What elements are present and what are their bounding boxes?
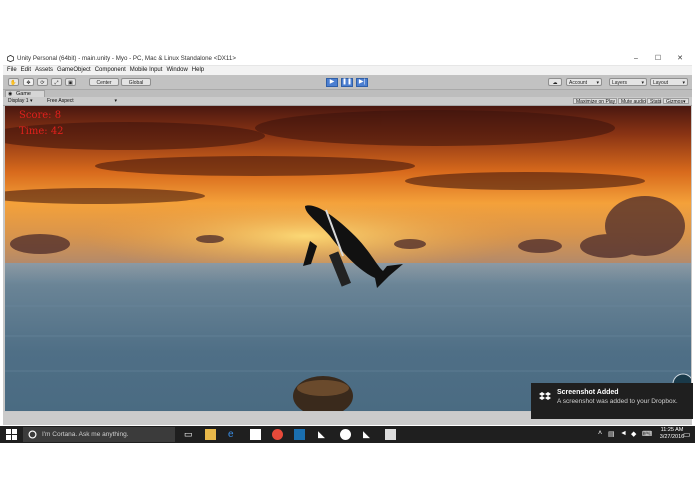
gizmos-dropdown[interactable]: Gizmos▾ [663, 98, 689, 105]
move-tool-button[interactable]: ✥ [23, 78, 34, 86]
display-dropdown[interactable]: Display 1 ▾ [6, 98, 44, 104]
edge-icon[interactable]: e [228, 429, 239, 440]
network-icon[interactable]: ▤ [608, 430, 615, 438]
step-icon: ▶| [358, 79, 366, 85]
play-button[interactable]: ▶ [326, 78, 338, 87]
chevron-down-icon: ▾ [114, 98, 117, 104]
maximize-on-play-label: Maximize on Play [576, 99, 616, 105]
menu-edit[interactable]: Edit [21, 66, 31, 75]
dropbox-tray-icon[interactable]: ◆ [631, 430, 636, 438]
visual-studio-icon[interactable]: ◣ [318, 429, 329, 440]
pivot-label: Center [96, 80, 112, 86]
move-icon: ✥ [26, 80, 31, 86]
notification-title: Screenshot Added [557, 389, 619, 396]
rotate-tool-button[interactable]: ⟳ [37, 78, 48, 86]
volume-icon[interactable]: ◄ [620, 430, 627, 437]
scale-tool-button[interactable]: ⤢ [51, 78, 62, 86]
pause-icon: ❚❚ [342, 79, 353, 85]
hand-icon: ✋ [10, 80, 17, 86]
window-title: Unity Personal (64bit) - main.unity - My… [17, 55, 236, 62]
chevron-down-icon: ▾ [29, 98, 33, 104]
menu-help[interactable]: Help [192, 66, 204, 75]
rect-tool-button[interactable]: ▣ [65, 78, 76, 86]
menu-window[interactable]: Window [166, 66, 187, 75]
task-view-icon[interactable]: ▭ [184, 429, 195, 440]
toolbar: ✋ ✥ ⟳ ⤢ ▣ Center Global ▶ ❚❚ ▶| ☁ Accoun… [3, 75, 692, 90]
cortana-placeholder: I'm Cortana. Ask me anything. [42, 431, 129, 438]
cortana-search[interactable]: I'm Cortana. Ask me anything. [23, 427, 175, 442]
menu-component[interactable]: Component [95, 66, 126, 75]
pivot-toggle[interactable]: Center [89, 78, 119, 86]
stats-toggle[interactable]: Stats [647, 98, 662, 105]
menu-mobile-input[interactable]: Mobile Input [130, 66, 163, 75]
menu-assets[interactable]: Assets [35, 66, 53, 75]
hud-line-2: Time: 42 [19, 126, 64, 137]
account-dropdown[interactable]: Account ▾ [566, 78, 602, 86]
unity-window: Unity Personal (64bit) - main.unity - My… [3, 53, 692, 425]
chevron-down-icon: ▾ [682, 99, 686, 105]
cloud-icon: ☁ [552, 80, 558, 86]
mute-audio-label: Mute audio [621, 99, 646, 105]
menu-gameobject[interactable]: GameObject [57, 66, 91, 75]
aspect-label: Free Aspect [47, 98, 74, 104]
chrome-icon[interactable] [272, 429, 283, 440]
rotate-icon: ⟳ [40, 80, 45, 86]
menu-file[interactable]: File [7, 66, 17, 75]
maximize-on-play-toggle[interactable]: Maximize on Play [573, 98, 617, 105]
notification-body: A screenshot was added to your Dropbox. [557, 398, 678, 405]
maximize-button[interactable]: ☐ [648, 53, 668, 65]
game-scene: Score: 8 Time: 42 [5, 106, 691, 411]
layers-dropdown[interactable]: Layers ▾ [609, 78, 647, 86]
step-button[interactable]: ▶| [356, 78, 368, 87]
scale-icon: ⤢ [54, 80, 59, 86]
stats-label: Stats [650, 99, 662, 105]
tab-game[interactable]: ◉ Game [5, 90, 45, 97]
game-viewport[interactable]: Score: 8 Time: 42 [5, 106, 691, 411]
rect-tool-icon: ▣ [68, 80, 73, 86]
windows-start-icon[interactable] [6, 429, 17, 440]
unity-taskbar-icon[interactable] [340, 429, 351, 440]
title-bar: Unity Personal (64bit) - main.unity - My… [3, 53, 692, 66]
dropbox-notification[interactable]: Screenshot Added A screenshot was added … [531, 383, 693, 419]
chevron-up-icon[interactable]: ˄ [598, 430, 602, 437]
action-center-icon[interactable]: ▭ [683, 430, 691, 439]
store-icon[interactable] [250, 429, 261, 440]
layers-label: Layers [612, 80, 628, 86]
game-view-controls: Display 1 ▾ Free Aspect ▾ Maximize on Pla… [3, 97, 692, 106]
layout-label: Layout [653, 80, 669, 86]
play-icon: ▶ [329, 79, 335, 85]
pause-button[interactable]: ❚❚ [341, 78, 353, 87]
snipping-tool-icon[interactable] [385, 429, 396, 440]
space-label: Global [128, 80, 144, 86]
chevron-down-icon: ▾ [596, 80, 599, 86]
hand-tool-button[interactable]: ✋ [8, 78, 19, 86]
minimize-button[interactable]: – [626, 53, 646, 65]
chevron-down-icon: ▾ [641, 80, 644, 86]
space-toggle[interactable]: Global [121, 78, 151, 86]
chevron-down-icon: ▾ [682, 80, 685, 86]
display-label: Display 1 [8, 98, 29, 104]
keyboard-icon[interactable]: ⌨ [642, 430, 652, 438]
collab-cloud-button[interactable]: ☁ [548, 78, 562, 86]
dropbox-icon [539, 392, 551, 400]
account-label: Account [569, 80, 588, 86]
steam-icon[interactable] [294, 429, 305, 440]
layout-dropdown[interactable]: Layout ▾ [650, 78, 688, 86]
gizmos-label: Gizmos [666, 99, 683, 105]
file-explorer-icon[interactable] [205, 429, 216, 440]
close-button[interactable]: ✕ [670, 53, 690, 65]
unity-logo-icon [7, 55, 14, 62]
hud-line-1: Score: 8 [19, 110, 61, 121]
mute-audio-toggle[interactable]: Mute audio [618, 98, 646, 105]
bowl-rim [297, 380, 349, 396]
menu-bar: File Edit Assets GameObject Component Mobile … [3, 66, 692, 75]
visual-studio-code-icon[interactable]: ◣ [363, 429, 374, 440]
tab-bar: ◉ Game [3, 90, 692, 97]
aspect-dropdown[interactable]: Free Aspect ▾ [45, 98, 119, 104]
windows-taskbar: I'm Cortana. Ask me anything. ▭ e ◣ ◣ ˄ … [0, 426, 695, 443]
cortana-icon [28, 430, 37, 439]
